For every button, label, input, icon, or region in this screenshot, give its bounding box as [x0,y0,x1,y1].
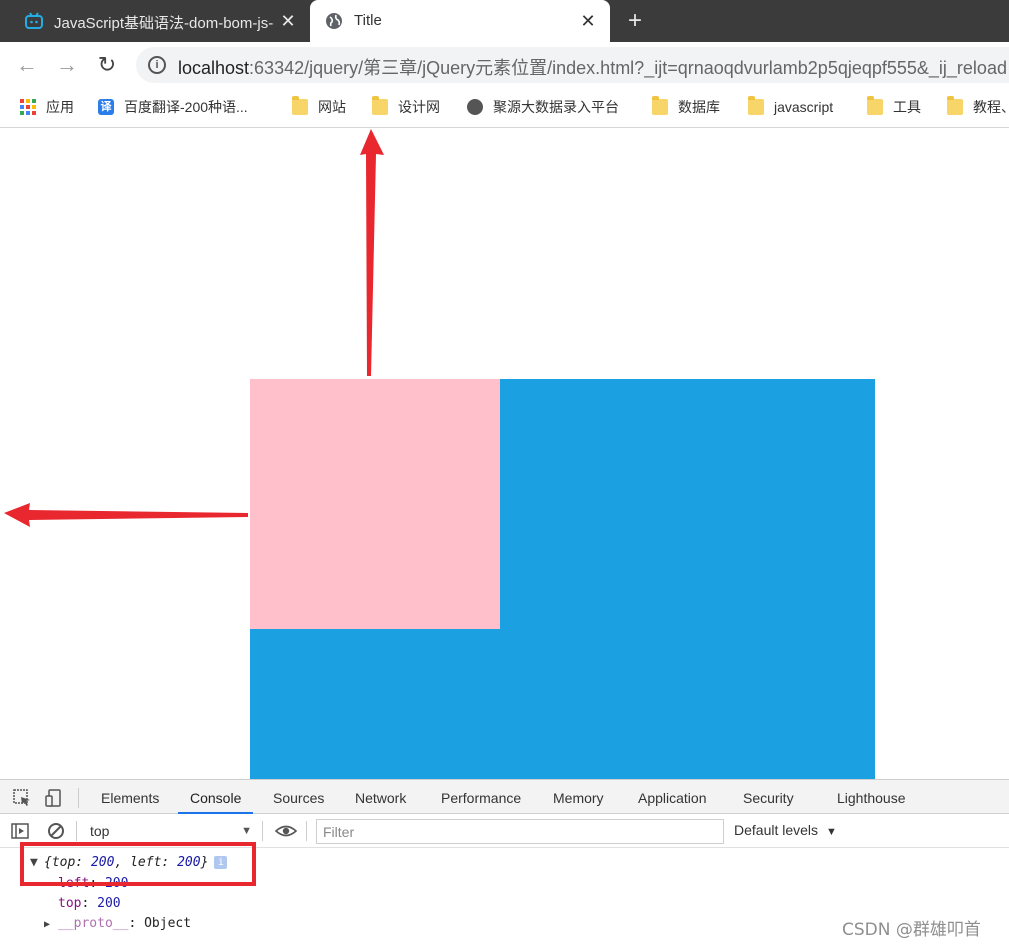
clear-console-icon[interactable] [46,821,66,841]
bookmark-label: 数据库 [678,99,720,115]
levels-label: Default levels [734,822,819,838]
tab-memory[interactable]: Memory [553,780,604,814]
bookmark-label: 百度翻译-200种语... [124,99,248,115]
up-arrow-annotation [360,129,384,376]
tab-security[interactable]: Security [743,780,794,814]
caret-down-icon: ▼ [825,826,837,838]
translate-icon: 译 [98,99,114,115]
back-arrow-icon[interactable]: ← [14,52,40,78]
log-property-proto[interactable]: ▶ __proto__: Object [44,916,191,931]
tab-sources[interactable]: Sources [273,780,324,814]
bookmark-label: 设计网 [398,99,440,115]
site-info-icon[interactable]: i [148,56,166,74]
browser-tab-javascript[interactable]: JavaScript基础语法-dom-bom-js-es6新语法-jQuery … [10,0,310,42]
sidebar-toggle-icon[interactable] [10,821,30,841]
devtools-tab-bar: Elements Console Sources Network Perform… [0,780,1009,814]
bookmark-label: 教程、 [973,99,1009,115]
url-text[interactable]: localhost:63342/jquery/第三章/jQuery元素位置/in… [178,54,1007,80]
bookmark-label: 聚源大数据录入平台 [493,99,619,115]
reload-icon[interactable]: ↻ [94,52,120,78]
filter-input[interactable] [316,819,724,844]
bookmark-folder-shejiwang[interactable]: 设计网 [372,96,440,118]
tab-title: Title [354,12,382,29]
annotation-arrows [4,129,384,527]
tab-lighthouse[interactable]: Lighthouse [837,780,906,814]
log-levels-dropdown[interactable]: Default levels ▼ [734,822,837,838]
inspect-element-icon[interactable] [12,788,32,808]
url-path: :63342/jquery/第三章/jQuery元素位置/index.html?… [249,58,1007,78]
toolbar-divider [306,821,307,841]
browser-tab-title[interactable]: Title ✕ [310,0,610,42]
folder-icon [292,96,308,115]
toolbar-divider [76,821,77,841]
tab-strip: JavaScript基础语法-dom-bom-js-es6新语法-jQuery … [0,0,1009,42]
browser-toolbar: ← → ↻ i localhost:63342/jquery/第三章/jQuer… [0,42,1009,88]
folder-icon [947,96,963,115]
info-icon[interactable]: i [214,856,228,869]
device-toolbar-icon[interactable] [44,788,64,808]
forward-arrow-icon[interactable]: → [54,52,80,78]
bookmark-baidu-fanyi[interactable]: 译 百度翻译-200种语... [98,96,248,118]
new-tab-button[interactable]: + [622,8,648,34]
toolbar-divider [78,788,79,808]
context-value: top [90,823,110,839]
bookmark-folder-javascript[interactable]: javascript [748,96,833,118]
tab-network[interactable]: Network [355,780,406,814]
tab-application[interactable]: Application [638,780,707,814]
bookmark-apps[interactable]: 应用 [20,96,74,118]
expand-triangle-icon[interactable]: ▶ [44,919,58,930]
folder-icon [867,96,883,115]
close-icon[interactable]: ✕ [278,11,298,31]
bookmark-folder-gongju[interactable]: 工具 [867,96,921,118]
address-bar[interactable]: i localhost:63342/jquery/第三章/jQuery元素位置/… [136,47,1009,83]
bookmark-folder-jiaocheng[interactable]: 教程、 [947,96,1009,118]
bookmarks-bar: 应用 译 百度翻译-200种语... 网站 设计网 聚源大数据录入平台 数据库 … [0,88,1009,128]
tab-console[interactable]: Console [177,780,254,814]
expand-triangle-icon[interactable]: ▼ [30,855,44,870]
devtools-panel: Elements Console Sources Network Perform… [0,779,1009,944]
folder-icon [372,96,388,115]
bookmark-folder-shujuku[interactable]: 数据库 [652,96,720,118]
folder-icon [748,96,764,115]
caret-down-icon: ▼ [241,825,252,837]
context-selector[interactable]: top ▼ [84,820,256,842]
eye-icon[interactable] [275,821,297,841]
bookmark-label: 工具 [893,99,921,115]
page-viewport [0,129,1009,779]
url-host: localhost [178,58,250,78]
log-object-summary[interactable]: ▼ {top: 200, left: 200} i [30,855,228,870]
tab-performance[interactable]: Performance [441,780,521,814]
bilibili-tv-icon [25,12,43,29]
watermark: CSDN @群雄叩首 [842,920,981,940]
bookmark-label: 应用 [46,99,74,115]
bookmark-folder-wangzhan[interactable]: 网站 [292,96,346,118]
globe-icon [326,13,342,29]
tab-elements[interactable]: Elements [101,780,159,814]
close-icon[interactable]: ✕ [578,11,598,31]
bookmark-juyuan[interactable]: 聚源大数据录入平台 [467,96,619,118]
left-arrow-annotation [4,503,248,527]
bookmark-label: 网站 [318,99,346,115]
apps-grid-icon [20,99,36,115]
console-toolbar: top ▼ Default levels ▼ [0,814,1009,848]
folder-icon [652,96,668,115]
globe-icon [467,99,483,115]
log-property-top: top: 200 [58,896,121,911]
toolbar-divider [262,821,263,841]
log-property-left: left: 200 [58,876,129,891]
tab-title: JavaScript基础语法-dom-bom-js-es6新语法-jQuery [54,15,274,32]
bookmark-label: javascript [774,99,834,115]
